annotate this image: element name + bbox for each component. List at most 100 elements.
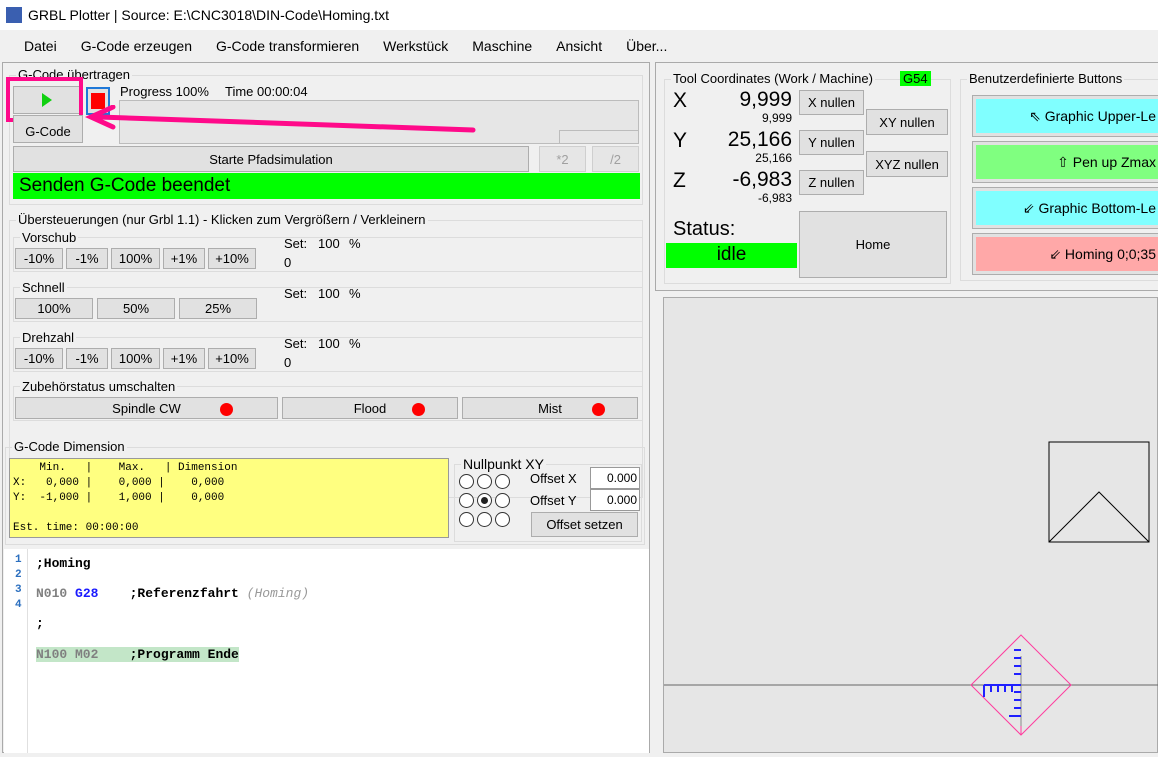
mist-status-led bbox=[592, 403, 605, 416]
rapid-unit: % bbox=[349, 286, 361, 301]
custom-button-3[interactable]: ⇙ Graphic Bottom-Le bbox=[972, 187, 1158, 229]
line-number: 3 bbox=[15, 584, 22, 596]
custom-button-2[interactable]: ⇧ Pen up Zmax bbox=[972, 141, 1158, 183]
spindle-100[interactable]: 100% bbox=[111, 348, 160, 369]
spindle-set-label: Set: bbox=[284, 336, 308, 351]
rapid-100[interactable]: 100% bbox=[15, 298, 93, 319]
spindle-status-led bbox=[220, 403, 233, 416]
feed-minus1[interactable]: -1% bbox=[66, 248, 108, 269]
code-lines: ;Homing N010 G28 ;Referenzfahrt (Homing);… bbox=[36, 556, 309, 662]
progress-text: Progress 100% bbox=[120, 84, 209, 99]
feed-100[interactable]: 100% bbox=[111, 248, 160, 269]
offset-y-input[interactable]: 0.000 bbox=[590, 489, 640, 511]
zero-top-left[interactable] bbox=[459, 474, 474, 489]
offset-set-button[interactable]: Offset setzen bbox=[531, 512, 638, 537]
feed-set-value: 100 bbox=[318, 236, 340, 251]
dimension-group-label: G-Code Dimension bbox=[12, 439, 127, 454]
zero-bottom-left[interactable] bbox=[459, 512, 474, 527]
window-title: GRBL Plotter | Source: E:\CNC3018\DIN-Co… bbox=[28, 7, 390, 23]
feed-label: Vorschub bbox=[20, 230, 79, 245]
code-line: N100 M02 ;Programm Ende bbox=[36, 647, 239, 662]
axis-x-work: 9,999 bbox=[739, 88, 792, 111]
estimated-time: Est. time: 00:00:00 bbox=[13, 522, 139, 534]
flood-status-led bbox=[412, 403, 425, 416]
axis-y-zero-button[interactable]: Y nullen bbox=[799, 130, 864, 155]
spindle-value: 0 bbox=[284, 355, 292, 370]
origin-ruler bbox=[983, 649, 1022, 726]
axis-y-machine: 25,166 bbox=[755, 151, 792, 165]
xyz-zero-button[interactable]: XYZ nullen bbox=[866, 151, 948, 177]
spindle-minus1[interactable]: -1% bbox=[66, 348, 108, 369]
dimension-box: Min. | Max. | Dimension X: 0,000 | 0,000 … bbox=[9, 458, 449, 538]
graphics-canvas[interactable] bbox=[663, 297, 1158, 753]
app-icon bbox=[6, 7, 22, 23]
axis-x-machine: 9,999 bbox=[761, 111, 792, 125]
dimension-header: Min. | Max. | Dimension bbox=[13, 462, 238, 474]
line-gutter: 1 2 3 4 bbox=[4, 549, 28, 753]
feed-minus10[interactable]: -10% bbox=[15, 248, 63, 269]
rapid-25[interactable]: 25% bbox=[179, 298, 257, 319]
speed-div2-button[interactable]: /2 bbox=[592, 146, 639, 172]
offset-y-label: Offset Y bbox=[530, 493, 577, 508]
menu-datei[interactable]: Datei bbox=[12, 38, 69, 54]
home-button[interactable]: Home bbox=[799, 211, 947, 278]
spindle-plus10[interactable]: +10% bbox=[208, 348, 256, 369]
gcode-editor[interactable]: 1 2 3 4 ;Homing N010 G28 ;Referenzfahrt (Hom… bbox=[4, 549, 649, 753]
override-group-label: Übersteuerungen (nur Grbl 1.1) - Klicken… bbox=[16, 212, 428, 227]
axis-y-work: 25,166 bbox=[727, 128, 792, 151]
rapid-50[interactable]: 50% bbox=[97, 298, 175, 319]
menu-gcode-transformieren[interactable]: G-Code transformieren bbox=[204, 38, 371, 54]
annotation-arrow bbox=[84, 105, 476, 133]
spindle-label: Drehzahl bbox=[20, 330, 77, 345]
feed-plus10[interactable]: +10% bbox=[208, 248, 256, 269]
title-bar: GRBL Plotter | Source: E:\CNC3018\DIN-Co… bbox=[0, 0, 1158, 30]
axis-z-zero-button[interactable]: Z nullen bbox=[799, 170, 864, 195]
feed-unit: % bbox=[349, 236, 361, 251]
axis-z-label: Z bbox=[673, 169, 686, 192]
custom-button-1[interactable]: ⇖ Graphic Upper-Le bbox=[972, 95, 1158, 137]
zero-mid-left[interactable] bbox=[459, 493, 474, 508]
speed-x2-button[interactable]: *2 bbox=[539, 146, 586, 172]
flood-label: Flood bbox=[353, 400, 387, 416]
menu-maschine[interactable]: Maschine bbox=[460, 38, 544, 54]
menu-ansicht[interactable]: Ansicht bbox=[544, 38, 614, 54]
zero-bottom-right[interactable] bbox=[495, 512, 510, 527]
menu-about[interactable]: Über... bbox=[614, 38, 679, 54]
axis-z-work: -6,983 bbox=[732, 168, 792, 191]
spindle-plus1[interactable]: +1% bbox=[163, 348, 205, 369]
custom-group-label: Benutzerdefinierte Buttons bbox=[967, 71, 1125, 86]
code-token: ;Referenzfahrt bbox=[98, 586, 247, 601]
zero-top-center[interactable] bbox=[477, 474, 492, 489]
custom-button-4[interactable]: ⇙ Homing 0;0;35 bbox=[972, 233, 1158, 275]
spindle-cw-button[interactable]: Spindle CW bbox=[15, 397, 278, 419]
machine-status: idle bbox=[666, 243, 797, 268]
custom-button-label: ⇧ Pen up Zmax bbox=[976, 145, 1158, 179]
progress-bar-small bbox=[559, 130, 639, 144]
zero-group-label: Nullpunkt XY bbox=[461, 456, 546, 472]
feed-value: 0 bbox=[284, 255, 292, 270]
line-number: 1 bbox=[15, 554, 22, 566]
xy-zero-button[interactable]: XY nullen bbox=[866, 109, 948, 135]
code-line: ; bbox=[36, 616, 309, 631]
zero-mid-right[interactable] bbox=[495, 493, 510, 508]
zero-bottom-center[interactable] bbox=[477, 512, 492, 527]
mist-button[interactable]: Mist bbox=[462, 397, 638, 419]
line-number: 4 bbox=[15, 599, 22, 611]
spindle-minus10[interactable]: -10% bbox=[15, 348, 63, 369]
menu-gcode-erzeugen[interactable]: G-Code erzeugen bbox=[69, 38, 204, 54]
accessory-label: Zubehörstatus umschalten bbox=[20, 379, 178, 394]
feed-plus1[interactable]: +1% bbox=[163, 248, 205, 269]
zero-center[interactable] bbox=[477, 493, 492, 508]
code-token: ;Homing bbox=[36, 556, 91, 571]
menu-werkstueck[interactable]: Werkstück bbox=[371, 38, 460, 54]
wcs-badge: G54 bbox=[900, 71, 931, 86]
flood-button[interactable]: Flood bbox=[282, 397, 458, 419]
code-line: ;Homing bbox=[36, 556, 309, 571]
axis-z-machine: -6,983 bbox=[757, 191, 792, 205]
code-token: N010 bbox=[36, 586, 76, 601]
axis-x-zero-button[interactable]: X nullen bbox=[799, 90, 864, 115]
gcode-button[interactable]: G-Code bbox=[13, 115, 83, 143]
offset-x-input[interactable]: 0.000 bbox=[590, 467, 640, 489]
simulate-button[interactable]: Starte Pfadsimulation bbox=[13, 146, 529, 172]
zero-top-right[interactable] bbox=[495, 474, 510, 489]
